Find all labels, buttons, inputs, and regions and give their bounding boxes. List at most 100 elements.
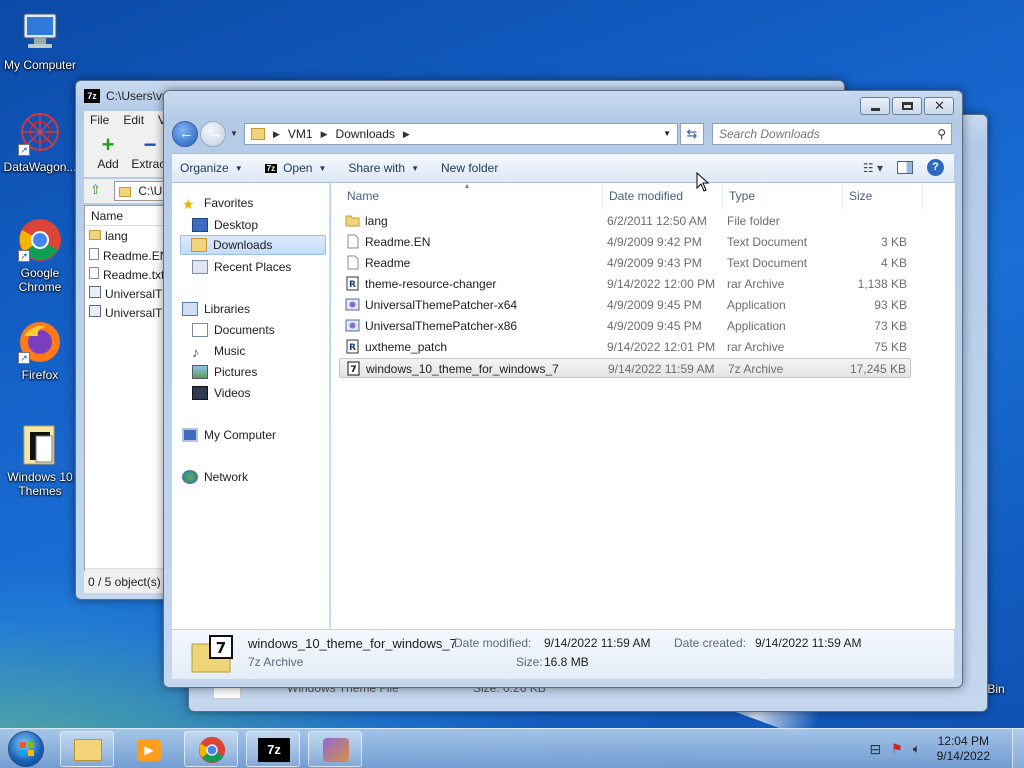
nav-documents[interactable]: Documents xyxy=(192,320,322,340)
recent-pages-chevron-icon[interactable]: ▼ xyxy=(230,129,238,138)
nav-network[interactable]: Network xyxy=(182,467,338,487)
file-row[interactable]: Rtheme-resource-changer 9/14/2022 12:00 P… xyxy=(339,274,911,294)
help-icon[interactable]: ? xyxy=(927,159,944,176)
file-row[interactable]: UniversalThemePatcher-x86 4/9/2009 9:45 P… xyxy=(339,316,911,336)
column-header-size[interactable]: Size xyxy=(843,183,923,209)
share-with-button[interactable]: Share with ▼ xyxy=(348,161,419,175)
nav-my-computer[interactable]: My Computer xyxy=(182,425,338,445)
maximize-button[interactable] xyxy=(892,97,922,115)
add-button[interactable]: + Add xyxy=(88,133,128,172)
firefox-icon: ↗ xyxy=(16,318,64,366)
desktop-icon-my-computer[interactable]: My Computer xyxy=(0,8,80,72)
nav-videos[interactable]: Videos xyxy=(192,383,322,403)
nav-favorites[interactable]: ★ Favorites xyxy=(182,193,338,213)
breadcrumb-vm1[interactable]: VM1 xyxy=(288,127,313,141)
address-dropdown-icon[interactable]: ▼ xyxy=(663,129,671,138)
organize-button[interactable]: Organize ▼ xyxy=(180,161,243,175)
shortcut-arrow-icon: ↗ xyxy=(18,144,30,156)
nav-pictures[interactable]: Pictures xyxy=(192,362,322,382)
nav-label: Music xyxy=(214,344,246,358)
7zip-icon: 7z xyxy=(84,89,100,103)
file-row[interactable]: lang 6/2/2011 12:50 AM File folder xyxy=(339,211,911,231)
share-label: Share with xyxy=(348,161,406,175)
text-document-icon xyxy=(89,267,99,279)
minimize-icon xyxy=(871,108,880,111)
7zip-icon: 7z xyxy=(258,738,290,762)
shortcut-arrow-icon: ↗ xyxy=(18,250,30,262)
volume-icon[interactable]: 🔈︎ xyxy=(913,741,921,757)
taskbar-chrome-button[interactable] xyxy=(184,731,238,767)
nav-label: Videos xyxy=(214,386,251,400)
nav-music[interactable]: ♪ Music xyxy=(192,341,322,361)
text-document-icon xyxy=(345,255,360,270)
file-row[interactable]: UniversalThemePatcher-x64 4/9/2009 9:45 P… xyxy=(339,295,911,315)
taskbar-7zip-button[interactable]: 7z xyxy=(246,731,300,767)
desktop-icon-windows10-themes[interactable]: Windows 10 Themes xyxy=(0,420,80,498)
new-folder-button[interactable]: New folder xyxy=(441,161,498,175)
file-row[interactable]: Ruxtheme_patch 9/14/2022 12:01 PM rar Arch… xyxy=(339,337,911,357)
back-button[interactable]: ← xyxy=(172,121,198,147)
search-box[interactable]: ⚲ xyxy=(712,123,952,145)
close-button[interactable]: ✕ xyxy=(924,97,954,115)
nav-label: Desktop xyxy=(214,218,259,232)
taskbar-explorer-button[interactable] xyxy=(60,731,114,767)
search-icon[interactable]: ⚲ xyxy=(937,127,946,141)
start-button[interactable] xyxy=(8,731,44,767)
preview-pane-icon[interactable] xyxy=(897,161,913,174)
view-options-icon[interactable]: ☷ ▾ xyxy=(863,161,883,175)
file-row[interactable]: Readme.EN 4/9/2009 9:42 PM Text Document 3 … xyxy=(339,232,911,252)
command-bar: Organize ▼ 7z Open ▼ Share with ▼ New folder… xyxy=(172,153,954,183)
star-icon: ★ xyxy=(182,196,195,212)
column-header-type[interactable]: Type xyxy=(723,183,843,209)
desktop-icon-label: DataWagon... xyxy=(3,160,77,174)
media-player-icon: ▶ xyxy=(137,739,161,761)
nav-recent-places[interactable]: Recent Places xyxy=(192,257,322,277)
refresh-icon: ⇆ xyxy=(686,126,698,141)
show-desktop-button[interactable] xyxy=(1012,729,1024,768)
desktop-icon xyxy=(192,218,208,232)
details-date-modified-label: Date modified: xyxy=(454,636,532,650)
file-name: UniversalThemePatcher-x64 xyxy=(365,298,518,312)
desktop-icon-firefox[interactable]: ↗ Firefox xyxy=(0,318,80,382)
file-list[interactable]: ▴ Name Date modified Type Size lang 6/2/2… xyxy=(331,181,955,629)
details-date-modified: 9/14/2022 11:59 AM xyxy=(544,636,651,650)
desktop-icon-datawagon[interactable]: ↗ DataWagon... xyxy=(0,110,80,174)
file-row[interactable]: 7 windows_10_theme_for_windows_7 9/14/2022… xyxy=(339,358,911,378)
column-header-name[interactable]: Name xyxy=(341,183,603,209)
search-input[interactable] xyxy=(713,124,923,144)
folder-icon xyxy=(251,128,265,140)
svg-text:7: 7 xyxy=(350,365,356,375)
7z-archive-icon: 7 xyxy=(346,361,361,376)
file-date-modified: 9/14/2022 12:01 PM xyxy=(607,340,716,354)
theme-patcher-icon xyxy=(323,738,349,762)
network-tray-icon[interactable]: ⊟ xyxy=(869,741,881,758)
forward-button[interactable]: → xyxy=(200,121,226,147)
nav-desktop[interactable]: Desktop xyxy=(192,215,322,235)
action-center-flag-icon[interactable]: ⚑ xyxy=(891,741,903,757)
file-type: Application xyxy=(727,319,786,333)
open-button[interactable]: 7z Open ▼ xyxy=(264,161,326,175)
taskbar-theme-patcher-button[interactable] xyxy=(308,731,362,767)
recent-places-icon xyxy=(192,260,208,274)
file-name: uxtheme_patch xyxy=(365,340,448,354)
nav-label: Recent Places xyxy=(214,260,292,274)
menu-edit[interactable]: Edit xyxy=(123,113,144,127)
details-date-created: 9/14/2022 11:59 AM xyxy=(755,636,862,650)
desktop-icon-chrome[interactable]: ↗ Google Chrome xyxy=(0,216,80,294)
menu-file[interactable]: File xyxy=(90,113,109,127)
explorer-window[interactable]: ✕ ← → ▼ ▶ VM1 ▶ Downloads ▶ ▼ ⇆ ⚲ Organi… xyxy=(163,90,963,688)
nav-downloads[interactable]: Downloads xyxy=(180,235,326,255)
minimize-button[interactable] xyxy=(860,97,890,115)
refresh-button[interactable]: ⇆ xyxy=(680,123,704,145)
libraries-icon xyxy=(182,302,198,316)
chrome-icon xyxy=(198,736,226,764)
file-row[interactable]: Readme 4/9/2009 9:43 PM Text Document 4 KB xyxy=(339,253,911,273)
new-folder-label: New folder xyxy=(440,161,499,175)
breadcrumb-downloads[interactable]: Downloads xyxy=(336,127,395,141)
rar-archive-icon: R xyxy=(345,339,360,354)
up-folder-icon[interactable]: ⇧ xyxy=(90,182,101,198)
nav-libraries[interactable]: Libraries xyxy=(182,299,338,319)
clock[interactable]: 12:04 PM 9/14/2022 xyxy=(937,734,990,764)
taskbar-media-player-button[interactable]: ▶ xyxy=(122,731,176,767)
address-bar[interactable]: ▶ VM1 ▶ Downloads ▶ ▼ xyxy=(244,123,678,145)
